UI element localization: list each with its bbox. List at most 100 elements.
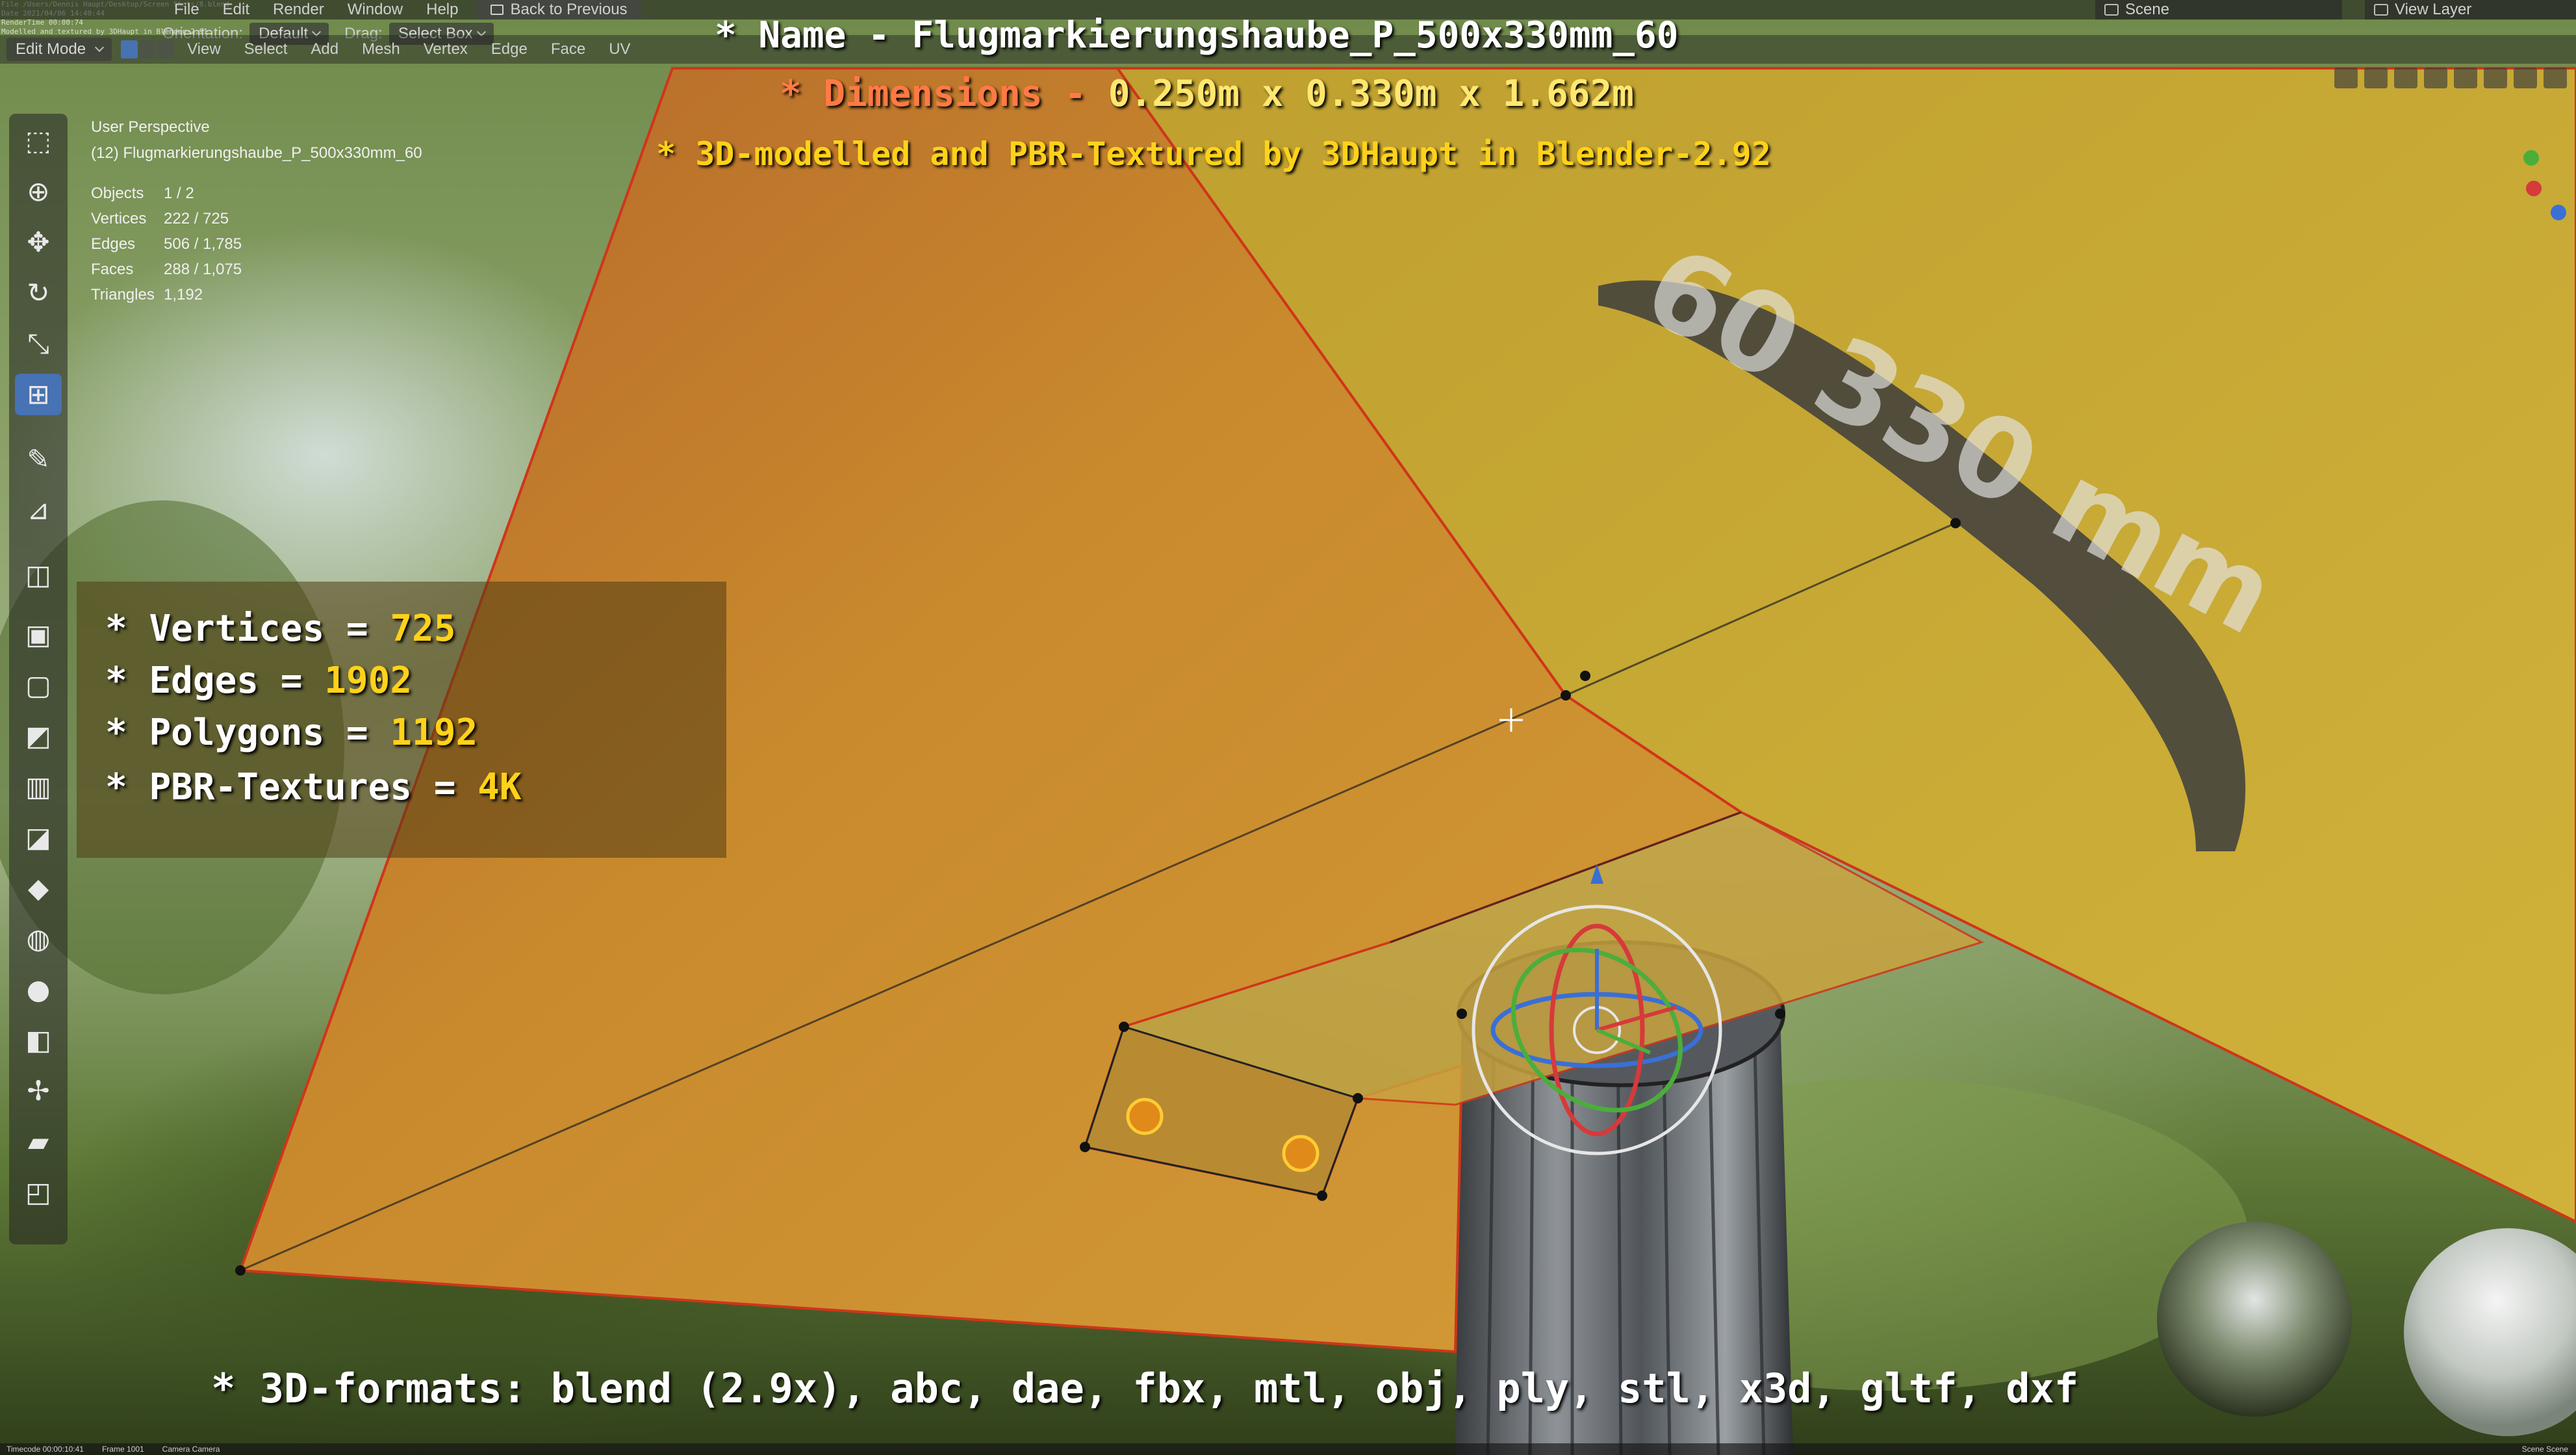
back-to-previous-label: Back to Previous	[510, 1, 628, 18]
status-frame: Frame 1001	[101, 1445, 144, 1454]
tool-rip[interactable]: ◰	[15, 1172, 62, 1213]
spec-value: 1902	[324, 660, 413, 702]
stat-label: Edges	[91, 235, 136, 253]
scene-selector[interactable]: Scene	[2095, 0, 2342, 19]
tool-smooth[interactable]: ●	[15, 969, 62, 1011]
select-mode-buttons	[121, 40, 175, 58]
stat-row: Faces 288 / 1,075	[91, 257, 242, 282]
scene-name: Scene	[2125, 1, 2170, 18]
menu-select[interactable]: Select	[233, 40, 300, 58]
spin-icon: ◍	[26, 923, 51, 955]
spec-value: 725	[390, 608, 456, 650]
shear-icon: ▰	[27, 1126, 49, 1157]
tool-add-cube[interactable]: ◫	[15, 554, 62, 596]
menu-edge[interactable]: Edge	[479, 40, 539, 58]
stat-label: Faces	[91, 261, 134, 278]
poly-build-icon: ◆	[27, 872, 49, 904]
tool-annotate[interactable]: ✎	[15, 439, 62, 480]
extrude-icon: ▣	[25, 619, 51, 650]
menu-view[interactable]: View	[175, 40, 233, 58]
mode-dropdown[interactable]: Edit Mode	[6, 38, 112, 61]
tool-knife[interactable]: ◪	[15, 817, 62, 858]
view-layer-selector[interactable]: View Layer	[2365, 0, 2576, 19]
tool-transform[interactable]: ⊞	[15, 374, 62, 415]
caption-dimensions: * Dimensions - 0.250m x 0.330m x 1.662m	[780, 73, 1634, 115]
menu-uv[interactable]: UV	[597, 40, 642, 58]
knife-icon: ◪	[25, 821, 51, 853]
stat-label: Objects	[91, 185, 144, 202]
tool-cursor[interactable]: ⊕	[15, 171, 62, 212]
menu-file[interactable]: File	[162, 1, 211, 19]
spec-bullet: *	[105, 712, 127, 754]
tool-shear[interactable]: ▰	[15, 1121, 62, 1163]
caption-author: * 3D-modelled and PBR-Textured by 3DHaup…	[656, 135, 1771, 173]
menu-edit[interactable]: Edit	[211, 1, 261, 19]
rendered-shading-icon[interactable]	[2544, 68, 2567, 88]
dimensions-prefix: * Dimensions -	[780, 73, 1087, 115]
tool-move[interactable]: ✥	[15, 222, 62, 263]
cursor-icon: ⊕	[27, 175, 50, 207]
tool-inset[interactable]: ▢	[15, 665, 62, 706]
measure-icon: ⊿	[27, 494, 50, 526]
add-cube-icon: ◫	[25, 559, 51, 591]
face-select-button[interactable]	[157, 40, 175, 58]
spec-row: * Edges = 1902	[105, 660, 412, 702]
stat-row: Edges 506 / 1,785	[91, 231, 242, 257]
overlay-icon[interactable]	[2394, 68, 2417, 88]
transform-icon: ⊞	[27, 378, 50, 410]
spec-label: Vertices =	[149, 608, 368, 650]
viewport-info: User Perspective (12) Flugmarkierungshau…	[91, 114, 422, 166]
menu-window[interactable]: Window	[336, 1, 414, 19]
spec-bullet: *	[105, 608, 127, 650]
scene-icon	[2104, 4, 2119, 16]
tool-select-box[interactable]: ⬚	[15, 120, 62, 162]
stat-value: 222 / 725	[164, 210, 229, 227]
caption-name: * Name - Flugmarkierungshaube_P_500x330m…	[715, 14, 1679, 57]
status-bar: Timecode 00:00:10:41 Frame 1001 Camera C…	[0, 1443, 2576, 1455]
menu-add[interactable]: Add	[299, 40, 350, 58]
gizmo-icon[interactable]	[2364, 68, 2388, 88]
status-timecode: Timecode 00:00:10:41	[6, 1445, 84, 1454]
spec-label: PBR-Textures =	[149, 766, 456, 808]
tool-poly-build[interactable]: ◆	[15, 868, 62, 909]
edge-select-button[interactable]	[139, 40, 157, 58]
material-shading-icon[interactable]	[2514, 68, 2537, 88]
dimensions-value: 0.250m x 0.330m x 1.662m	[1108, 73, 1634, 115]
wireframe-shading-icon[interactable]	[2454, 68, 2477, 88]
tool-bevel[interactable]: ◩	[15, 715, 62, 757]
spec-label: Edges =	[149, 660, 303, 702]
menu-vertex[interactable]: Vertex	[412, 40, 479, 58]
smooth-icon: ●	[26, 973, 51, 1005]
navigation-gizmo[interactable]	[2521, 133, 2566, 244]
visibility-icon[interactable]	[2334, 68, 2358, 88]
stat-row: Objects 1 / 2	[91, 181, 242, 206]
spec-bullet: *	[105, 766, 127, 808]
tool-rotate[interactable]: ↻	[15, 272, 62, 314]
tool-loop-cut[interactable]: ▥	[15, 766, 62, 808]
caption-formats: * 3D-formats: blend (2.9x), abc, dae, fb…	[211, 1365, 2079, 1412]
solid-shading-icon[interactable]	[2484, 68, 2507, 88]
tool-extrude[interactable]: ▣	[15, 614, 62, 656]
tool-measure[interactable]: ⊿	[15, 489, 62, 531]
spec-row: * Polygons = 1192	[105, 712, 478, 754]
spec-value: 4K	[478, 766, 522, 808]
menu-render[interactable]: Render	[261, 1, 336, 19]
spec-bullet: *	[105, 660, 127, 702]
menu-face[interactable]: Face	[539, 40, 597, 58]
menu-help[interactable]: Help	[414, 1, 470, 19]
stat-row: Triangles 1,192	[91, 282, 242, 307]
rotate-icon: ↻	[27, 277, 50, 309]
tool-scale[interactable]: ⤡	[15, 323, 62, 365]
menu-mesh[interactable]: Mesh	[350, 40, 412, 58]
specs-panel: * Vertices = 725 * Edges = 1902 * Polygo…	[77, 582, 726, 858]
back-to-previous-button[interactable]: Back to Previous	[476, 0, 642, 19]
vertex-select-button[interactable]	[121, 40, 138, 58]
tool-edge-slide[interactable]: ◧	[15, 1020, 62, 1061]
xray-icon[interactable]	[2424, 68, 2447, 88]
spec-label: Polygons =	[149, 712, 368, 754]
tool-shelf: ⬚ ⊕ ✥ ↻ ⤡ ⊞ ✎ ⊿ ◫ ▣ ▢ ◩ ▥ ◪ ◆ ◍ ● ◧ ✢ ▰ …	[9, 114, 68, 1244]
view-layer-name: View Layer	[2395, 1, 2472, 18]
tool-spin[interactable]: ◍	[15, 918, 62, 960]
tool-shrink-fatten[interactable]: ✢	[15, 1070, 62, 1112]
viewport-shading-controls	[2334, 68, 2567, 88]
